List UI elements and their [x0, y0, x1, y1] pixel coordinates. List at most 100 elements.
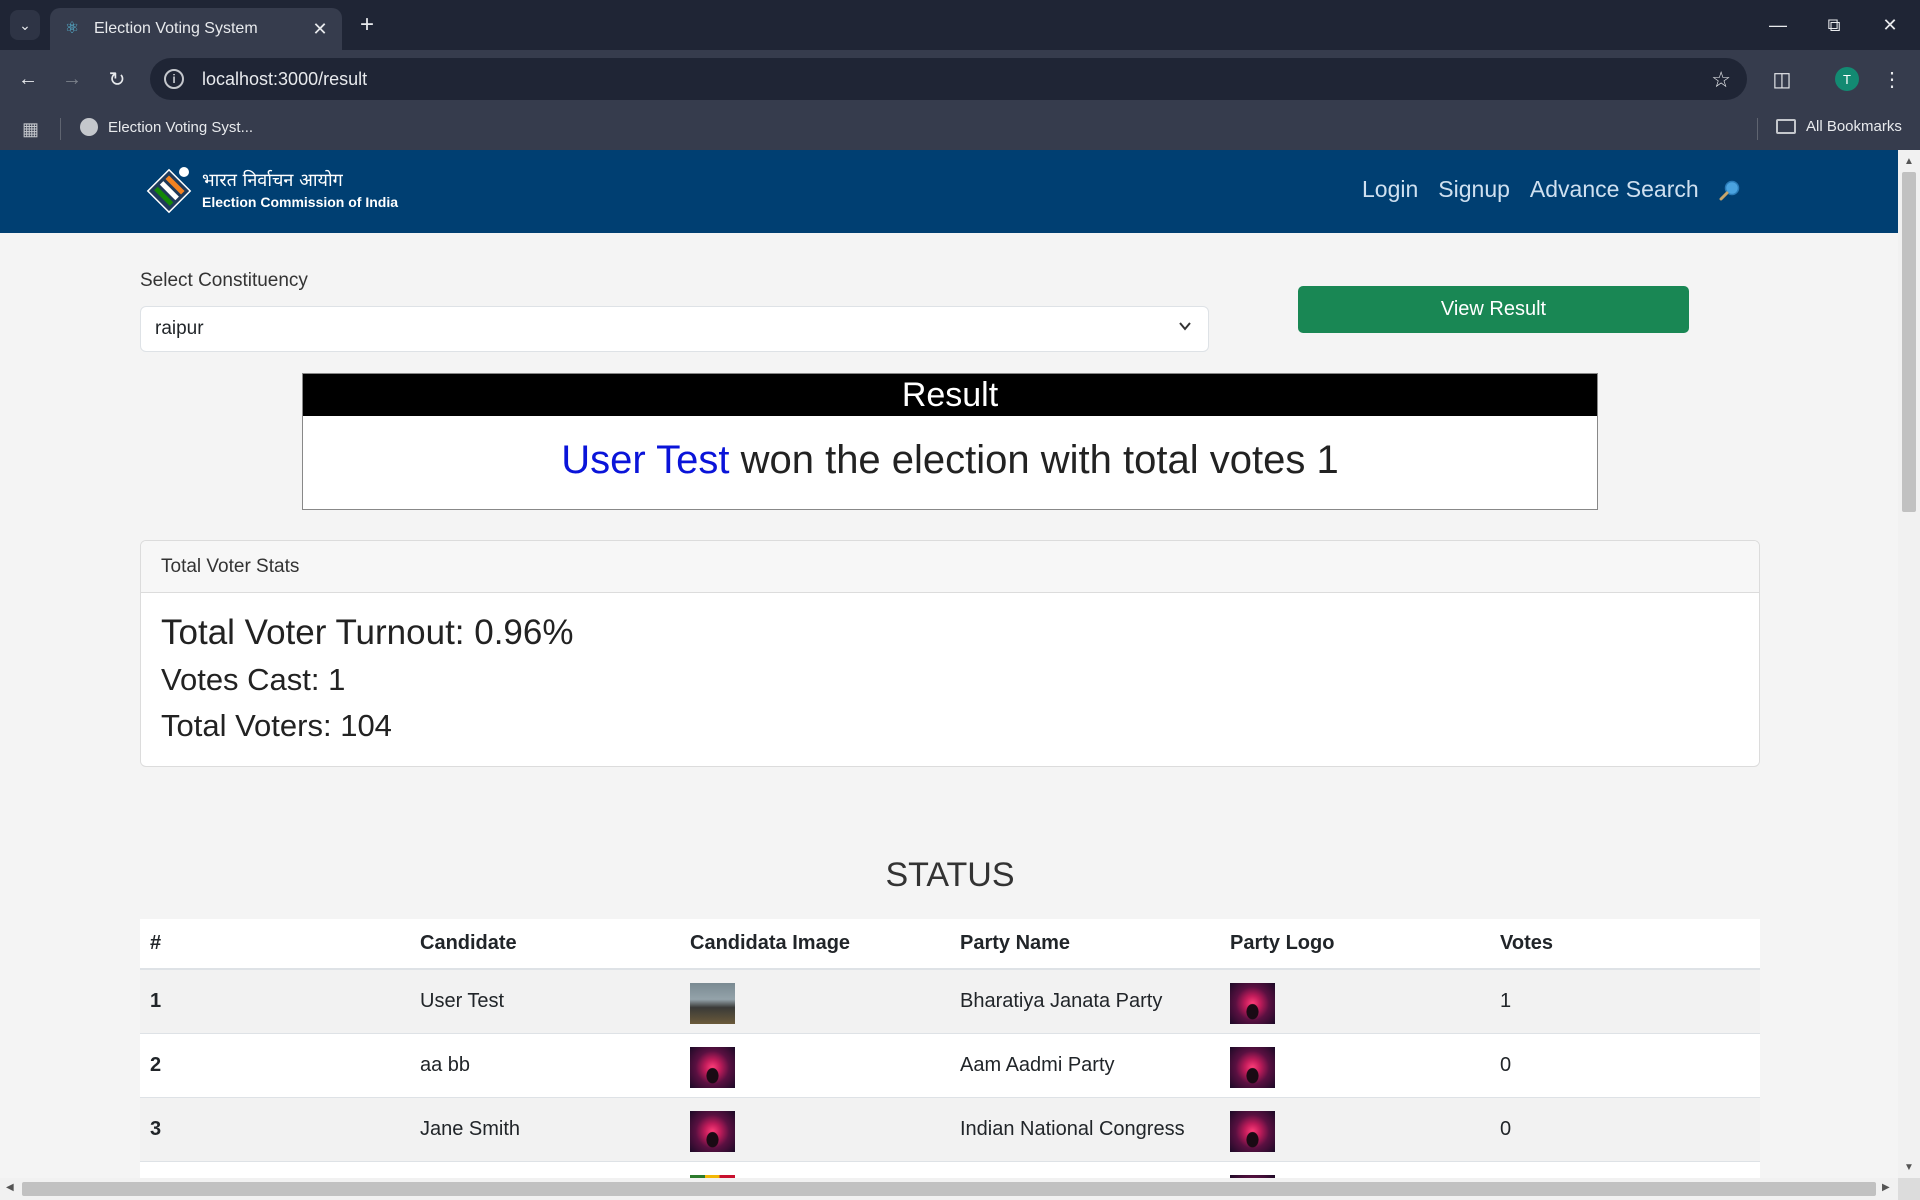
- col-header-num: #: [140, 919, 410, 970]
- vote-count-partial: [1490, 1161, 1760, 1178]
- table-header-row: # Candidate Candidata Image Party Name P…: [140, 919, 1760, 970]
- candidate-name: User Test: [410, 969, 680, 1034]
- voter-turnout: Total Voter Turnout: 0.96%: [161, 613, 574, 652]
- party-name: Aam Aadmi Party: [950, 1033, 1220, 1098]
- constituency-select[interactable]: raipur: [140, 306, 1209, 352]
- party-name-partial: [950, 1161, 1220, 1178]
- table-row-partial: [140, 1161, 1760, 1178]
- party-logo-cell: [1220, 969, 1490, 1034]
- horizontal-scrollbar[interactable]: ◀ ▶: [0, 1178, 1898, 1200]
- eci-logo[interactable]: भारत निर्वाचन आयोग Election Commission o…: [140, 162, 398, 220]
- row-number-partial: [140, 1161, 410, 1178]
- bookmarks-divider: [60, 118, 61, 140]
- nav-advance-search-link[interactable]: Advance Search: [1530, 176, 1699, 203]
- extensions-puzzle-icon[interactable]: ◫: [1766, 63, 1798, 95]
- scroll-left-arrow-icon[interactable]: ◀: [6, 1182, 14, 1193]
- address-bar[interactable]: i localhost:3000/result ☆: [150, 58, 1747, 100]
- constituency-selected-value: raipur: [155, 318, 204, 339]
- nav-signup-link[interactable]: Signup: [1438, 176, 1510, 203]
- result-message-text: won the election with total votes 1: [729, 438, 1339, 482]
- result-panel: Result User Test won the election with t…: [302, 373, 1598, 510]
- candidate-image-cell: [680, 1097, 950, 1162]
- vote-count: 1: [1490, 969, 1760, 1034]
- forward-arrow-icon[interactable]: →: [56, 63, 88, 95]
- eci-logo-mark-icon: [146, 167, 192, 214]
- restore-icon[interactable]: ⧉: [1806, 0, 1862, 50]
- candidate-image-cell: [680, 1033, 950, 1098]
- vote-count: 0: [1490, 1033, 1760, 1098]
- party-logo-cell-partial: [1220, 1161, 1490, 1178]
- party-logo-image: [1230, 1110, 1275, 1152]
- menu-kebab-icon[interactable]: ⋮: [1876, 63, 1908, 95]
- all-bookmarks-label: All Bookmarks: [1806, 118, 1902, 135]
- folder-icon: [1776, 119, 1796, 134]
- browser-tab-strip: ⌄ ⚛ Election Voting System ✕ + — ⧉ ✕: [0, 0, 1920, 50]
- reload-icon[interactable]: ↻: [101, 63, 133, 95]
- total-voters: Total Voters: 104: [161, 708, 392, 743]
- col-header-party-name: Party Name: [950, 919, 1220, 970]
- result-header: Result: [303, 374, 1597, 416]
- minimize-icon[interactable]: —: [1750, 0, 1806, 50]
- candidate-image-cell: [680, 969, 950, 1034]
- scroll-down-arrow-icon[interactable]: ▼: [1904, 1162, 1914, 1173]
- row-number: 1: [140, 969, 410, 1034]
- col-header-party-logo: Party Logo: [1220, 919, 1490, 970]
- nav-login-link[interactable]: Login: [1362, 176, 1418, 203]
- nav-links: Login Signup Advance Search: [1362, 176, 1741, 203]
- logo-hindi-text: भारत निर्वाचन आयोग: [202, 170, 343, 191]
- party-logo-cell: [1220, 1033, 1490, 1098]
- votes-cast: Votes Cast: 1: [161, 662, 346, 697]
- table-row: 1 User Test Bharatiya Janata Party 1: [140, 969, 1760, 1034]
- back-arrow-icon[interactable]: ←: [12, 63, 44, 95]
- party-name: Indian National Congress: [950, 1097, 1220, 1162]
- view-result-button[interactable]: View Result: [1298, 286, 1689, 333]
- row-number: 2: [140, 1033, 410, 1098]
- candidate-image-cell-partial: [680, 1161, 950, 1178]
- vertical-scrollbar[interactable]: ▲ ▼: [1898, 150, 1920, 1178]
- candidate-image: [690, 982, 735, 1024]
- site-navbar: भारत निर्वाचन आयोग Election Commission o…: [0, 150, 1898, 233]
- table-row: 3 Jane Smith Indian National Congress 0: [140, 1097, 1760, 1162]
- react-favicon-icon: ⚛: [64, 20, 80, 37]
- apps-grid-icon[interactable]: ▦: [22, 119, 39, 140]
- new-tab-plus-icon[interactable]: +: [352, 10, 382, 40]
- bookmark-label: Election Voting Syst...: [108, 118, 254, 136]
- scroll-up-arrow-icon[interactable]: ▲: [1904, 156, 1914, 167]
- vertical-scroll-thumb[interactable]: [1902, 172, 1916, 512]
- col-header-candidate: Candidate: [410, 919, 680, 970]
- scrollbar-corner: [1898, 1178, 1920, 1200]
- horizontal-scroll-thumb[interactable]: [22, 1182, 1876, 1196]
- window-close-icon[interactable]: ✕: [1862, 0, 1918, 50]
- browser-tab[interactable]: ⚛ Election Voting System ✕: [50, 8, 342, 50]
- bookmark-election-voting[interactable]: Election Voting Syst...: [80, 118, 253, 136]
- logo-english-text: Election Commission of India: [202, 194, 399, 210]
- site-info-icon[interactable]: i: [164, 69, 184, 89]
- result-message: User Test won the election with total vo…: [303, 438, 1597, 483]
- col-header-votes: Votes: [1490, 919, 1760, 970]
- tab-search-chevron-icon[interactable]: ⌄: [10, 10, 40, 40]
- row-number: 3: [140, 1097, 410, 1162]
- status-table: # Candidate Candidata Image Party Name P…: [140, 919, 1760, 1178]
- url-text: localhost:3000/result: [202, 68, 368, 89]
- party-logo-image: [1230, 1046, 1275, 1088]
- candidate-image: [690, 1110, 735, 1152]
- page-viewport: भारत निर्वाचन आयोग Election Commission o…: [0, 150, 1898, 1178]
- magnifier-search-icon[interactable]: [1719, 179, 1741, 201]
- profile-avatar[interactable]: T: [1835, 67, 1859, 91]
- table-row: 2 aa bb Aam Aadmi Party 0: [140, 1033, 1760, 1098]
- globe-icon: [80, 118, 98, 136]
- status-title: STATUS: [885, 856, 1015, 894]
- party-logo-cell: [1220, 1097, 1490, 1162]
- tab-close-icon[interactable]: ✕: [310, 19, 330, 40]
- scroll-right-arrow-icon[interactable]: ▶: [1882, 1182, 1890, 1193]
- voter-stats-header: Total Voter Stats: [141, 541, 1759, 593]
- candidate-image: [690, 1046, 735, 1088]
- all-bookmarks-button[interactable]: All Bookmarks: [1776, 118, 1902, 135]
- voter-stats-card: Total Voter Stats Total Voter Turnout: 0…: [140, 540, 1760, 767]
- candidate-name: aa bb: [410, 1033, 680, 1098]
- bookmarks-divider-right: [1757, 118, 1758, 140]
- bookmark-star-icon[interactable]: ☆: [1711, 67, 1731, 93]
- chevron-down-icon: [1179, 322, 1191, 331]
- constituency-label: Select Constituency: [140, 270, 308, 291]
- vote-count: 0: [1490, 1097, 1760, 1162]
